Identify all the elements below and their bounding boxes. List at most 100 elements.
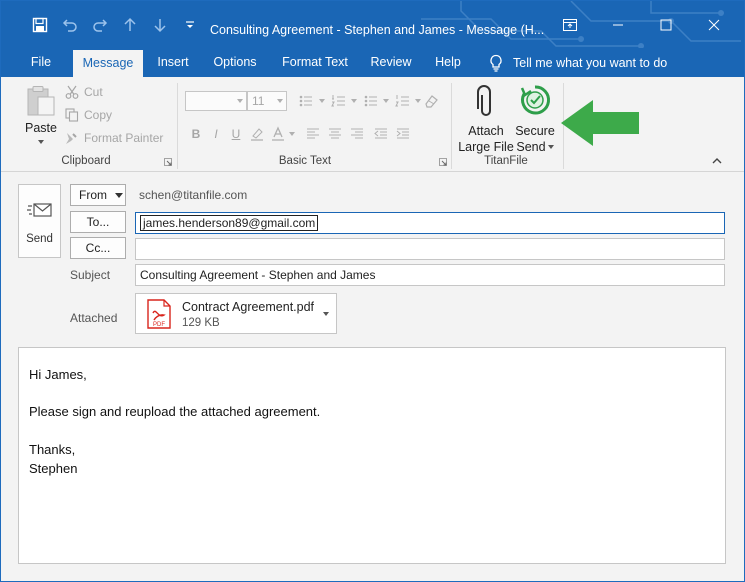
styles-button[interactable] (421, 91, 441, 111)
basic-text-group-label: Basic Text (278, 155, 332, 167)
clipboard-dialog-launcher-icon[interactable] (164, 158, 172, 166)
from-address: schen@titanfile.com (139, 188, 248, 202)
arrow-down-icon (154, 18, 166, 32)
from-button[interactable]: From (70, 184, 126, 206)
format-painter-label: Format Painter (84, 131, 164, 145)
decrease-indent-button[interactable] (371, 124, 391, 144)
save-button[interactable] (25, 1, 55, 48)
outlook-message-window: Consulting Agreement - Stephen and James… (0, 0, 745, 582)
cc-field[interactable] (135, 238, 725, 260)
align-right-icon (351, 128, 363, 139)
cut-button[interactable]: Cut (65, 82, 103, 102)
copy-button[interactable]: Copy (65, 105, 112, 125)
undo-icon (62, 18, 77, 32)
tab-options[interactable]: Options (205, 48, 265, 77)
redo-button[interactable] (85, 1, 115, 48)
bullets-dropdown[interactable] (317, 91, 327, 111)
customize-dropdown-icon (186, 20, 194, 28)
font-color-icon (272, 126, 284, 141)
italic-button[interactable]: I (206, 124, 226, 144)
minimize-icon (613, 24, 623, 25)
scissors-icon (65, 85, 79, 99)
tab-file[interactable]: File (19, 48, 63, 77)
subject-field[interactable]: Consulting Agreement - Stephen and James (135, 264, 725, 286)
attachment-dropdown-icon[interactable] (323, 312, 329, 316)
subject-label: Subject (70, 268, 111, 282)
title-bar: Consulting Agreement - Stephen and James… (1, 1, 744, 81)
basic-text-dialog-launcher-icon[interactable] (439, 158, 447, 166)
body-line: Thanks, (29, 442, 76, 457)
numbering-icon (331, 95, 345, 107)
bullets-list-button[interactable] (361, 91, 381, 111)
align-center-icon (329, 128, 341, 139)
minimize-button[interactable] (594, 1, 642, 48)
font-name-dropdown[interactable] (185, 91, 247, 111)
next-item-button[interactable] (145, 1, 175, 48)
numbered-list-button[interactable] (393, 91, 413, 111)
highlight-button[interactable] (246, 124, 268, 144)
cut-label: Cut (84, 85, 103, 99)
tab-message[interactable]: Message (73, 50, 143, 77)
to-recipient[interactable]: james.henderson89@gmail.com (140, 215, 319, 231)
decrease-indent-icon (374, 128, 387, 139)
quick-access-toolbar (25, 1, 205, 48)
attached-label: Attached (70, 311, 118, 325)
window-title: Consulting Agreement - Stephen and James… (210, 23, 545, 37)
send-button[interactable]: Send (18, 184, 61, 258)
format-painter-button[interactable]: Format Painter (65, 128, 163, 148)
group-separator (177, 83, 178, 169)
pdf-file-icon: PDF (147, 299, 171, 329)
maximize-icon (660, 19, 672, 30)
lightbulb-icon (490, 54, 502, 72)
list-icon (364, 95, 377, 107)
previous-item-button[interactable] (115, 1, 145, 48)
align-left-button[interactable] (303, 124, 323, 144)
close-button[interactable] (690, 1, 738, 48)
titanfile-group-label: TitanFile (484, 155, 528, 167)
align-right-button[interactable] (347, 124, 367, 144)
attach-label-line2: Large File (458, 140, 514, 154)
list-dropdown[interactable] (381, 91, 391, 111)
font-size-dropdown[interactable]: 11 (247, 91, 287, 111)
font-color-button[interactable] (267, 124, 289, 144)
cc-button[interactable]: Cc... (70, 237, 126, 259)
clipboard-group-label: Clipboard (61, 155, 111, 167)
font-color-dropdown[interactable] (287, 124, 297, 144)
secure-label-line2: Send (516, 140, 546, 154)
secure-label-line1: Secure (515, 124, 555, 138)
undo-button[interactable] (55, 1, 85, 48)
tell-me-search[interactable]: Tell me what you want to do (489, 48, 667, 77)
secure-send-button[interactable]: Secure Send (513, 81, 557, 154)
from-label: From (79, 188, 107, 202)
tab-insert[interactable]: Insert (149, 48, 197, 77)
body-line: Stephen (29, 461, 78, 476)
maximize-button[interactable] (642, 1, 690, 48)
font-size-value: 11 (252, 94, 265, 108)
to-button[interactable]: To... (70, 211, 126, 233)
tell-me-text: Tell me what you want to do (513, 55, 668, 70)
ribbon-display-options-button[interactable] (546, 1, 594, 48)
customize-qat-button[interactable] (175, 1, 205, 48)
attachment-chip[interactable]: PDF Contract Agreement.pdf 129 KB (135, 293, 337, 334)
tab-help[interactable]: Help (425, 48, 471, 77)
attachment-name: Contract Agreement.pdf (182, 300, 315, 314)
message-body[interactable]: Hi James, Please sign and reupload the a… (18, 347, 726, 564)
clear-formatting-button[interactable] (297, 91, 315, 111)
send-label: Send (26, 233, 53, 245)
paste-button[interactable]: Paste (21, 83, 61, 149)
tab-review[interactable]: Review (363, 48, 419, 77)
numbering-button[interactable] (329, 91, 349, 111)
increase-indent-button[interactable] (393, 124, 413, 144)
to-field[interactable]: james.henderson89@gmail.com (135, 212, 725, 234)
numbering-dropdown[interactable] (349, 91, 359, 111)
redo-icon (93, 18, 108, 32)
collapse-ribbon-icon[interactable] (712, 157, 722, 164)
align-center-button[interactable] (325, 124, 345, 144)
tab-format-text[interactable]: Format Text (273, 48, 357, 77)
secure-send-icon (520, 85, 551, 115)
attach-large-file-button[interactable]: Attach Large File (458, 81, 514, 154)
bold-button[interactable]: B (186, 124, 206, 144)
underline-button[interactable]: U (226, 124, 246, 144)
send-envelope-icon (27, 203, 52, 217)
increase-indent-icon (396, 128, 409, 139)
